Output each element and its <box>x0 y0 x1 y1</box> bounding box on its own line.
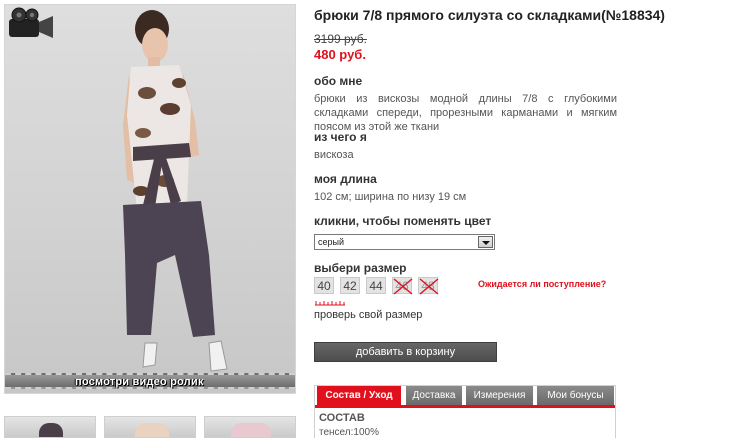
product-photo[interactable]: посмотри видео ролик <box>4 4 296 394</box>
thumbnail-2[interactable] <box>104 416 196 438</box>
unavailable-cross-icon <box>419 278 439 295</box>
size-option-46: 46 <box>392 277 413 295</box>
thumbnail-1[interactable] <box>4 416 96 438</box>
video-link[interactable]: посмотри видео ролик <box>75 376 204 388</box>
composition-text: тенсел:100% <box>319 427 379 438</box>
sale-price: 480 руб. <box>314 47 366 62</box>
about-text: брюки из вискозы модной длины 7/8 с глуб… <box>314 93 617 133</box>
size-option-48: 48 <box>418 277 439 295</box>
product-tabs: Состав / Уход Доставка Измерения Мои бон… <box>314 385 616 438</box>
thumbnail-3[interactable] <box>204 416 296 438</box>
tab-measurements[interactable]: Измерения <box>466 386 534 405</box>
size-option-44[interactable]: 44 <box>366 277 386 294</box>
color-select[interactable]: серый <box>314 234 495 250</box>
model-illustration <box>123 10 228 372</box>
product-title: брюки 7/8 прямого силуэта со складками(№… <box>314 7 665 23</box>
tab-bar: Состав / Уход Доставка Измерения Мои бон… <box>315 386 615 408</box>
length-text: 102 см; ширина по низу 19 см <box>314 191 467 203</box>
composition-heading: СОСТАВ <box>319 412 365 424</box>
old-price: 3199 руб. <box>314 32 367 46</box>
length-heading: моя длина <box>314 172 377 186</box>
material-text: вискоза <box>314 149 354 161</box>
size-guide-link[interactable]: проверь свой размер <box>314 309 422 321</box>
tab-delivery[interactable]: Доставка <box>406 386 463 405</box>
size-heading: выбери размер <box>314 261 407 275</box>
size-option-42[interactable]: 42 <box>340 277 360 294</box>
chevron-down-icon[interactable] <box>478 236 493 248</box>
material-heading: из чего я <box>314 130 367 144</box>
thumbnail-strip <box>4 416 296 438</box>
video-camera-icon[interactable] <box>5 5 57 43</box>
color-select-value: серый <box>318 237 345 247</box>
tab-bonuses[interactable]: Мои бонусы <box>537 386 615 405</box>
tab-composition-care[interactable]: Состав / Уход <box>317 386 402 405</box>
awaiting-stock-link[interactable]: Ожидается ли поступление? <box>478 279 606 289</box>
unavailable-cross-icon <box>393 278 413 295</box>
about-heading: обо мне <box>314 74 363 88</box>
add-to-cart-button[interactable]: добавить в корзину <box>314 342 497 362</box>
size-option-40[interactable]: 40 <box>314 277 334 294</box>
color-heading: кликни, чтобы поменять цвет <box>314 214 492 228</box>
ruler-icon <box>315 301 345 306</box>
